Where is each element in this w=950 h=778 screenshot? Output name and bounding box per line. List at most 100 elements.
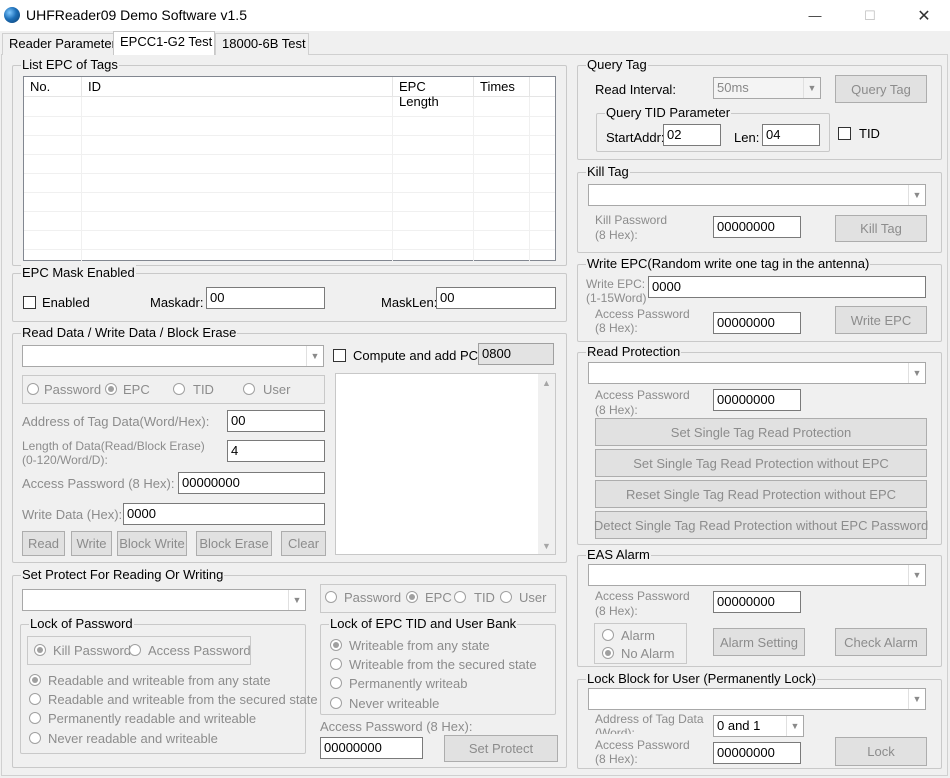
eas-password-input[interactable]: 00000000 [713, 591, 801, 613]
mask-enabled-checkbox[interactable] [23, 296, 36, 309]
pc-value-field: 0800 [478, 343, 554, 365]
pw-lock-option-2-radio[interactable] [29, 693, 41, 705]
lock-block-addr-select[interactable]: 0 and 1 ▼ [713, 715, 804, 737]
access-password-radio[interactable] [129, 644, 141, 656]
no-alarm-radio[interactable] [602, 647, 614, 659]
kill-tag-title: Kill Tag [586, 164, 630, 180]
lock-block-pw-label-1: Access Password [595, 738, 690, 752]
epc-lock-option-4-radio[interactable] [330, 697, 342, 709]
col-header-epc-length[interactable]: EPC Length [393, 77, 474, 109]
set-protect-button[interactable]: Set Protect [444, 735, 558, 762]
data-length-input[interactable]: 4 [227, 440, 325, 462]
mask-enabled-label: Enabled [42, 295, 90, 310]
len-label: Len: [734, 130, 760, 145]
tab-epcc1-g2-test[interactable]: EPCC1-G2 Test [113, 31, 215, 55]
query-tag-button[interactable]: Query Tag [835, 75, 927, 103]
tag-address-input[interactable]: 00 [227, 410, 325, 432]
eas-password-label-1: Access Password [595, 589, 690, 603]
lock-button[interactable]: Lock [835, 737, 927, 766]
compute-pc-checkbox[interactable] [333, 349, 346, 362]
kill-password-input[interactable]: 00000000 [713, 216, 801, 238]
bank-epc-radio[interactable] [105, 383, 117, 395]
write-button[interactable]: Write [71, 531, 112, 556]
epc-lock-option-1-radio[interactable] [330, 639, 342, 651]
set-read-protection-no-epc-button[interactable]: Set Single Tag Read Protection without E… [595, 449, 927, 477]
write-epc-button[interactable]: Write EPC [835, 306, 927, 334]
query-tid-title: Query TID Parameter [605, 105, 732, 121]
access-password-label: Access Password (8 Hex): [22, 476, 175, 491]
rp-password-label-1: Access Password [595, 388, 690, 402]
write-epc-password-input[interactable]: 00000000 [713, 312, 801, 334]
masklen-label: MaskLen: [381, 295, 438, 310]
bank-tid-radio[interactable] [173, 383, 185, 395]
protect-access-password-input[interactable]: 00000000 [320, 737, 423, 759]
read-interval-label: Read Interval: [595, 82, 676, 97]
col-header-no[interactable]: No. [24, 77, 82, 97]
read-protection-tag-select[interactable]: ▼ [588, 362, 926, 384]
pw-lock-option-4-label: Never readable and writeable [48, 731, 218, 746]
bank-user-radio[interactable] [243, 383, 255, 395]
eas-tag-select[interactable]: ▼ [588, 564, 926, 586]
read-write-tag-select[interactable]: ▼ [22, 345, 324, 367]
read-interval-select[interactable]: 50ms ▼ [713, 77, 821, 99]
maskadr-input[interactable]: 00 [206, 287, 325, 309]
tab-reader-parameter[interactable]: Reader Parameter [2, 33, 116, 55]
lock-block-addr-label-2: (Word): [595, 726, 635, 734]
len-input[interactable]: 04 [762, 124, 820, 146]
block-write-button[interactable]: Block Write [117, 531, 187, 556]
alarm-setting-button[interactable]: Alarm Setting [713, 628, 805, 656]
tag-address-label: Address of Tag Data(Word/Hex): [22, 414, 210, 429]
clear-button[interactable]: Clear [281, 531, 326, 556]
epc-list-table[interactable]: No. ID EPC Length Times [23, 76, 556, 261]
access-password-radio-label: Access Password [148, 643, 251, 658]
col-header-id[interactable]: ID [82, 77, 393, 97]
protect-bank-password-radio[interactable] [325, 591, 337, 603]
lock-block-tag-select[interactable]: ▼ [588, 688, 926, 710]
reset-read-protection-no-epc-button[interactable]: Reset Single Tag Read Protection without… [595, 480, 927, 508]
epc-lock-option-3-radio[interactable] [330, 677, 342, 689]
bank-tid-label: TID [193, 382, 214, 397]
access-password-input[interactable]: 00000000 [178, 472, 325, 494]
scroll-down-icon[interactable]: ▼ [538, 537, 555, 554]
masklen-input[interactable]: 00 [436, 287, 556, 309]
minimize-button[interactable]: — [792, 0, 838, 31]
epc-mask-title: EPC Mask Enabled [21, 265, 136, 281]
block-erase-button[interactable]: Block Erase [196, 531, 272, 556]
pw-lock-option-4-radio[interactable] [29, 732, 41, 744]
kill-tag-button[interactable]: Kill Tag [835, 215, 927, 242]
detect-read-protection-button[interactable]: Detect Single Tag Read Protection withou… [594, 511, 928, 539]
bank-password-radio[interactable] [27, 383, 39, 395]
write-epc-input[interactable]: 0000 [648, 276, 926, 298]
table-row [24, 211, 555, 212]
column-line [82, 97, 393, 261]
close-button[interactable]: ✕ [901, 0, 947, 31]
startaddr-input[interactable]: 02 [663, 124, 721, 146]
pw-lock-option-1-radio[interactable] [29, 674, 41, 686]
tid-checkbox[interactable] [838, 127, 851, 140]
pw-lock-option-3-radio[interactable] [29, 712, 41, 724]
read-interval-value: 50ms [717, 80, 749, 95]
write-data-input[interactable]: 0000 [123, 503, 325, 525]
set-read-protection-button[interactable]: Set Single Tag Read Protection [595, 418, 927, 446]
scroll-up-icon[interactable]: ▲ [538, 374, 555, 391]
protect-bank-tid-radio[interactable] [454, 591, 466, 603]
read-button[interactable]: Read [22, 531, 65, 556]
rp-password-input[interactable]: 00000000 [713, 389, 801, 411]
textarea-scrollbar[interactable]: ▲ ▼ [538, 374, 555, 554]
protect-bank-epc-radio[interactable] [406, 591, 418, 603]
epc-lock-option-2-radio[interactable] [330, 658, 342, 670]
read-write-title: Read Data / Write Data / Block Erase [21, 325, 238, 341]
kill-password-radio[interactable] [34, 644, 46, 656]
table-row [24, 116, 555, 117]
kill-tag-select[interactable]: ▼ [588, 184, 926, 206]
protect-tag-select[interactable]: ▼ [22, 589, 306, 611]
lock-block-password-input[interactable]: 00000000 [713, 742, 801, 764]
tab-18000-6b-test[interactable]: 18000-6B Test [215, 33, 309, 55]
protect-bank-user-radio[interactable] [500, 591, 512, 603]
read-result-textarea[interactable]: ▲ ▼ [335, 373, 556, 555]
column-line [393, 97, 474, 261]
col-header-times[interactable]: Times [474, 77, 530, 97]
maximize-button[interactable]: ☐ [847, 0, 893, 31]
check-alarm-button[interactable]: Check Alarm [835, 628, 927, 656]
alarm-radio[interactable] [602, 629, 614, 641]
